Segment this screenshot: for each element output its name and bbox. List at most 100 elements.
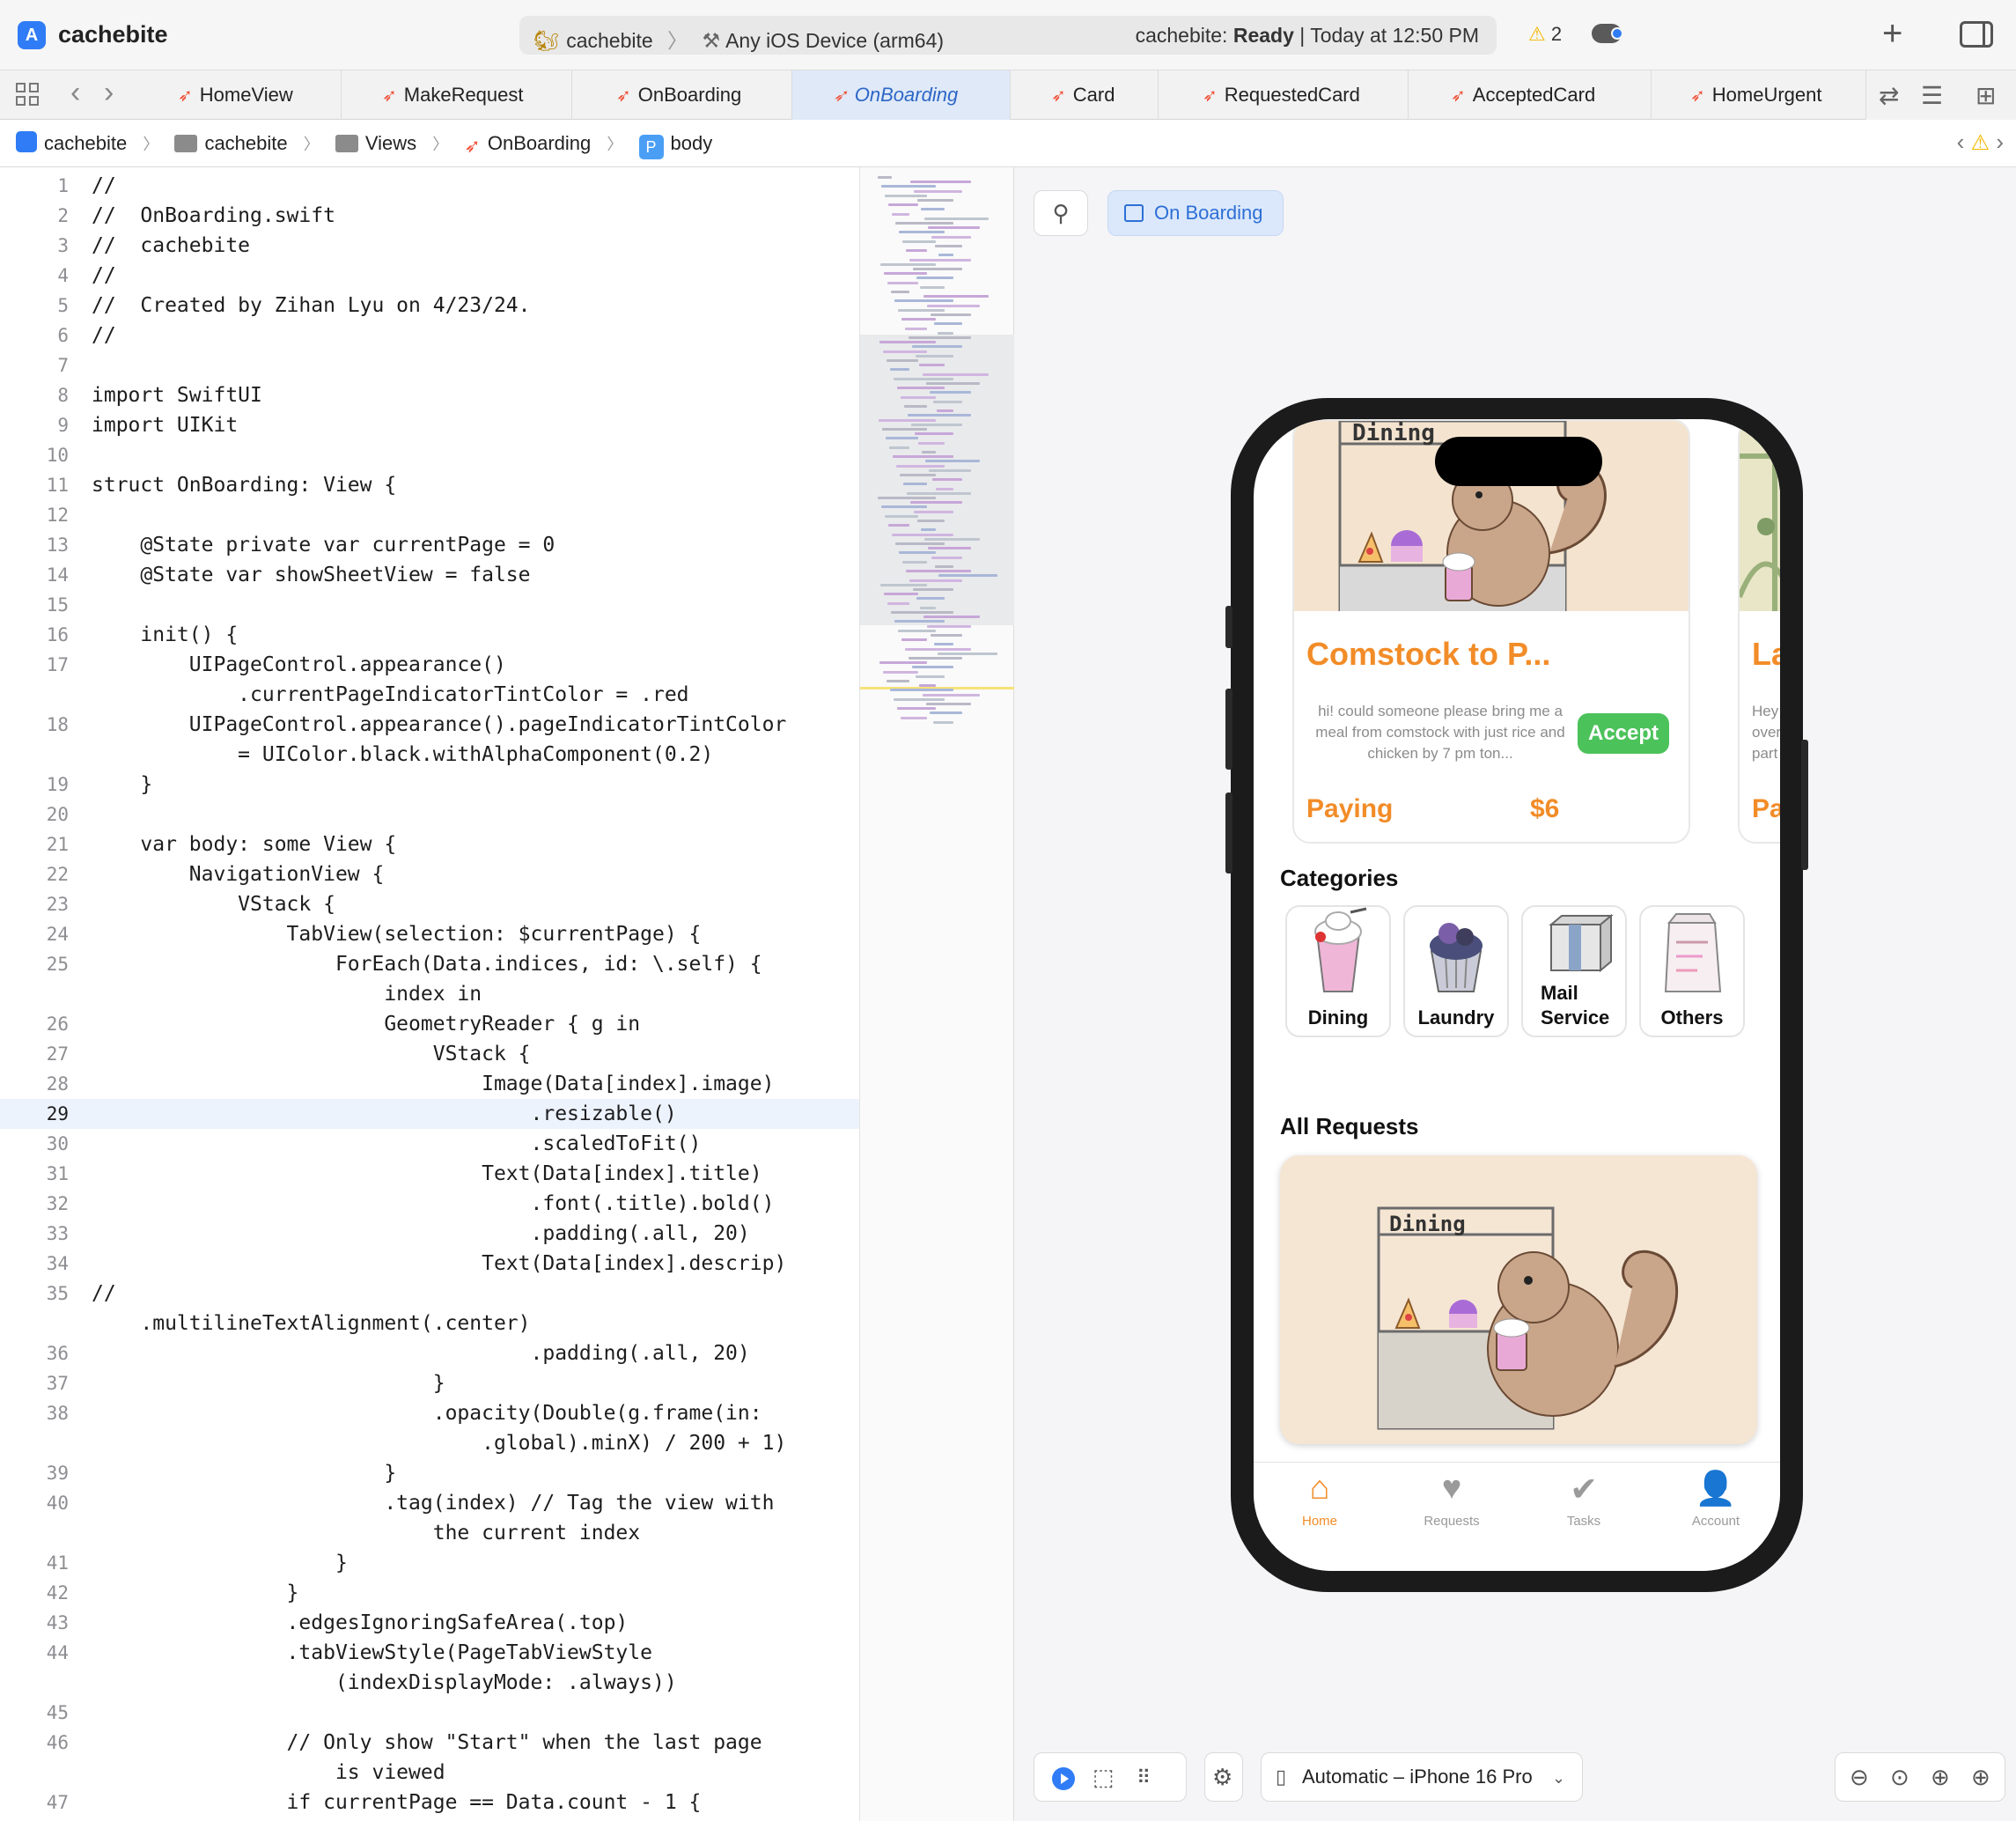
category-laundry[interactable]: Laundry bbox=[1403, 905, 1509, 1037]
code-line[interactable]: 18 UIPageControl.appearance().pageIndica… bbox=[0, 710, 859, 740]
code-line[interactable]: 38 .opacity(Double(g.frame(in: bbox=[0, 1398, 859, 1428]
code-line[interactable]: 25 ForEach(Data.indices, id: \.self) { bbox=[0, 949, 859, 979]
device-selector[interactable]: ▯ Automatic – iPhone 16 Pro ⌄ bbox=[1261, 1752, 1583, 1802]
code-line[interactable]: 35 // bbox=[0, 1279, 859, 1309]
code-line[interactable]: 28 Image(Data[index].image) bbox=[0, 1069, 859, 1099]
code-line[interactable]: 33 .padding(.all, 20) bbox=[0, 1219, 859, 1249]
code-line[interactable]: .multilineTextAlignment(.center) bbox=[0, 1309, 859, 1338]
forward-arrow-icon[interactable]: › bbox=[104, 76, 114, 110]
code-line[interactable]: 47 if currentPage == Data.count - 1 { bbox=[0, 1788, 859, 1817]
code-line[interactable]: 19 } bbox=[0, 770, 859, 800]
code-line[interactable]: 7 bbox=[0, 350, 859, 380]
code-line[interactable]: 14 @State var showSheetView = false bbox=[0, 560, 859, 590]
tab-requestedcard[interactable]: ➶ RequestedCard bbox=[1159, 70, 1409, 120]
selectable-mode-icon[interactable]: ⬚ bbox=[1093, 1764, 1115, 1791]
breadcrumb-symbol[interactable]: body bbox=[671, 132, 713, 154]
activity-bar[interactable]: 🐿 cachebite 〉 ⚒ Any iOS Device (arm64) cac… bbox=[519, 16, 1497, 55]
tab-tasks[interactable]: ✔ Tasks bbox=[1518, 1470, 1650, 1529]
code-line[interactable]: 15 bbox=[0, 590, 859, 620]
code-line[interactable]: (indexDisplayMode: .always)) bbox=[0, 1668, 859, 1698]
code-line[interactable]: 5 // Created by Zihan Lyu on 4/23/24. bbox=[0, 291, 859, 321]
zoom-100-icon[interactable]: ⊙ bbox=[1890, 1764, 1909, 1791]
device-settings-button[interactable]: ⚙ bbox=[1204, 1752, 1243, 1802]
code-line[interactable]: 24 TabView(selection: $currentPage) { bbox=[0, 919, 859, 949]
tab-requests[interactable]: ♥ Requests bbox=[1386, 1470, 1518, 1529]
breadcrumb-file[interactable]: OnBoarding bbox=[488, 132, 591, 154]
zoom-in-icon[interactable]: ⊕ bbox=[1971, 1764, 1990, 1791]
back-arrow-icon[interactable]: ‹ bbox=[70, 76, 80, 110]
code-line[interactable]: is viewed bbox=[0, 1758, 859, 1788]
code-line[interactable]: 20 bbox=[0, 800, 859, 829]
tab-homeurgent[interactable]: ➶ HomeUrgent bbox=[1652, 70, 1866, 120]
code-line[interactable]: 23 VStack { bbox=[0, 889, 859, 919]
code-line[interactable]: 36 .padding(.all, 20) bbox=[0, 1338, 859, 1368]
code-line[interactable]: 46 // Only show "Start" when the last pa… bbox=[0, 1728, 859, 1758]
code-line[interactable]: 44 .tabViewStyle(PageTabViewStyle bbox=[0, 1638, 859, 1668]
code-line[interactable]: 27 VStack { bbox=[0, 1039, 859, 1069]
code-line[interactable]: 4 // bbox=[0, 261, 859, 291]
code-line[interactable]: 37 } bbox=[0, 1368, 859, 1398]
tab-acceptedcard[interactable]: ➶ AcceptedCard bbox=[1409, 70, 1652, 120]
category-mail-service[interactable]: Mail Service bbox=[1521, 905, 1627, 1037]
zoom-out-icon[interactable]: ⊖ bbox=[1850, 1764, 1869, 1791]
next-issue-icon[interactable]: › bbox=[1996, 129, 2004, 155]
warning-icon[interactable]: ⚠ bbox=[1971, 131, 1990, 155]
variants-grid-icon[interactable]: ⠿ bbox=[1137, 1766, 1151, 1789]
accept-button[interactable]: Accept bbox=[1578, 713, 1669, 754]
code-line[interactable]: 29 .resizable() bbox=[0, 1099, 859, 1129]
scheme-selector[interactable]: 🐿 cachebite 〉 ⚒ Any iOS Device (arm64) bbox=[533, 24, 944, 54]
code-line[interactable]: 39 } bbox=[0, 1458, 859, 1488]
code-line[interactable]: 21 var body: some View { bbox=[0, 829, 859, 859]
tab-home[interactable]: ⌂ Home bbox=[1254, 1470, 1386, 1529]
tab-card[interactable]: ➶ Card bbox=[1011, 70, 1159, 120]
code-line[interactable]: 41 } bbox=[0, 1548, 859, 1578]
tab-makerequest[interactable]: ➶ MakeRequest bbox=[342, 70, 572, 120]
swap-arrows-icon[interactable]: ⇄ bbox=[1879, 81, 1899, 110]
pin-preview-button[interactable]: ⚲ bbox=[1034, 190, 1088, 236]
all-requests-card[interactable]: Dining bbox=[1280, 1155, 1757, 1444]
code-line[interactable]: 42 } bbox=[0, 1578, 859, 1608]
related-items-grid-icon[interactable] bbox=[16, 83, 40, 107]
code-line[interactable]: 3 // cachebite bbox=[0, 231, 859, 261]
code-line[interactable]: 8 import SwiftUI bbox=[0, 380, 859, 410]
code-line[interactable]: index in bbox=[0, 979, 859, 1009]
warnings-badge[interactable]: ⚠ 2 bbox=[1528, 23, 1562, 46]
code-line[interactable]: 1 // bbox=[0, 171, 859, 201]
code-line[interactable]: 43 .edgesIgnoringSafeArea(.top) bbox=[0, 1608, 859, 1638]
previous-issue-icon[interactable]: ‹ bbox=[1957, 129, 1965, 155]
tab-onboarding[interactable]: ➶ OnBoarding bbox=[572, 70, 792, 120]
code-line[interactable]: 12 bbox=[0, 500, 859, 530]
code-line[interactable]: .global).minX) / 200 + 1) bbox=[0, 1428, 859, 1458]
code-line[interactable]: 9 import UIKit bbox=[0, 410, 859, 440]
breadcrumb-group[interactable]: cachebite bbox=[204, 132, 287, 154]
tab-onboarding-active[interactable]: ➶ OnBoarding bbox=[792, 70, 1011, 120]
request-card-peek[interactable]: La Hey over part Pa bbox=[1738, 419, 1780, 844]
breadcrumb-project[interactable]: cachebite bbox=[44, 132, 127, 154]
code-line[interactable]: 34 Text(Data[index].descrip) bbox=[0, 1249, 859, 1279]
preview-selector-button[interactable]: On Boarding bbox=[1107, 190, 1284, 236]
toggle-inspector-icon[interactable] bbox=[1960, 21, 1993, 48]
breadcrumb-views[interactable]: Views bbox=[365, 132, 416, 154]
minimap[interactable] bbox=[859, 167, 1015, 1821]
add-button[interactable]: + bbox=[1882, 14, 1902, 54]
code-line[interactable]: = UIColor.black.withAlphaComponent(0.2) bbox=[0, 740, 859, 770]
code-line[interactable]: 6 // bbox=[0, 321, 859, 350]
code-line[interactable]: 30 .scaledToFit() bbox=[0, 1129, 859, 1159]
category-others[interactable]: Others bbox=[1639, 905, 1745, 1037]
code-line[interactable]: 31 Text(Data[index].title) bbox=[0, 1159, 859, 1189]
cloud-status-icon[interactable] bbox=[1592, 24, 1623, 43]
split-editor-icon[interactable]: ⊞ bbox=[1976, 81, 1996, 110]
code-line[interactable]: .currentPageIndicatorTintColor = .red bbox=[0, 680, 859, 710]
code-line[interactable]: 16 init() { bbox=[0, 620, 859, 650]
code-line[interactable]: 10 bbox=[0, 440, 859, 470]
code-line[interactable]: 26 GeometryReader { g in bbox=[0, 1009, 859, 1039]
zoom-fit-icon[interactable]: ⊕ bbox=[1931, 1764, 1950, 1791]
code-line[interactable]: 17 UIPageControl.appearance() bbox=[0, 650, 859, 680]
tab-homeview[interactable]: ➶ HomeView bbox=[139, 70, 342, 120]
category-dining[interactable]: Dining bbox=[1285, 905, 1391, 1037]
code-line[interactable]: 2 // OnBoarding.swift bbox=[0, 201, 859, 231]
code-line[interactable]: 32 .font(.title).bold() bbox=[0, 1189, 859, 1219]
code-line[interactable]: 13 @State private var currentPage = 0 bbox=[0, 530, 859, 560]
editor-options-icon[interactable]: ☰ bbox=[1921, 81, 1943, 110]
tab-account[interactable]: 👤 Account bbox=[1650, 1470, 1780, 1529]
